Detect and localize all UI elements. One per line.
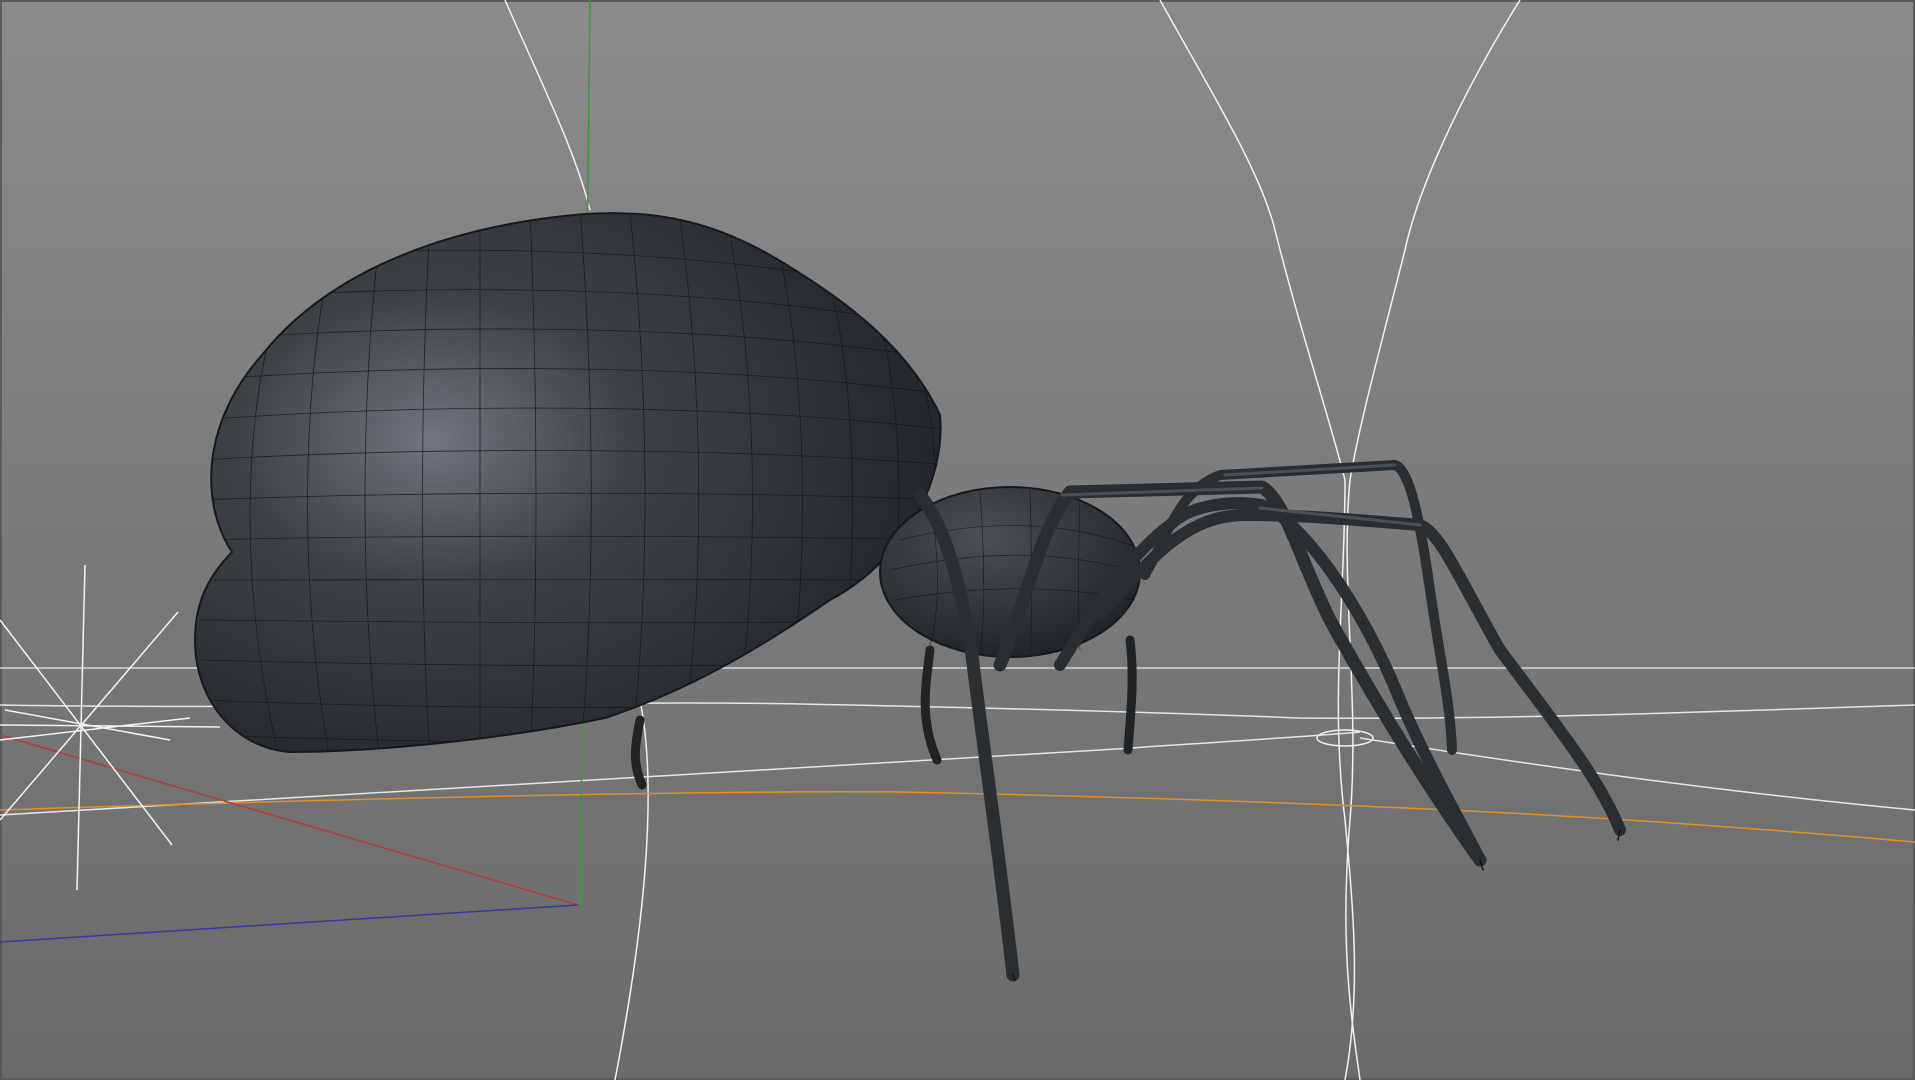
light-icon (0, 564, 221, 891)
3d-viewport[interactable] (0, 0, 1915, 1080)
spider-mesh[interactable] (193, 210, 1626, 982)
viewport-scene[interactable] (0, 0, 1915, 1080)
spider-abdomen[interactable] (193, 212, 942, 754)
